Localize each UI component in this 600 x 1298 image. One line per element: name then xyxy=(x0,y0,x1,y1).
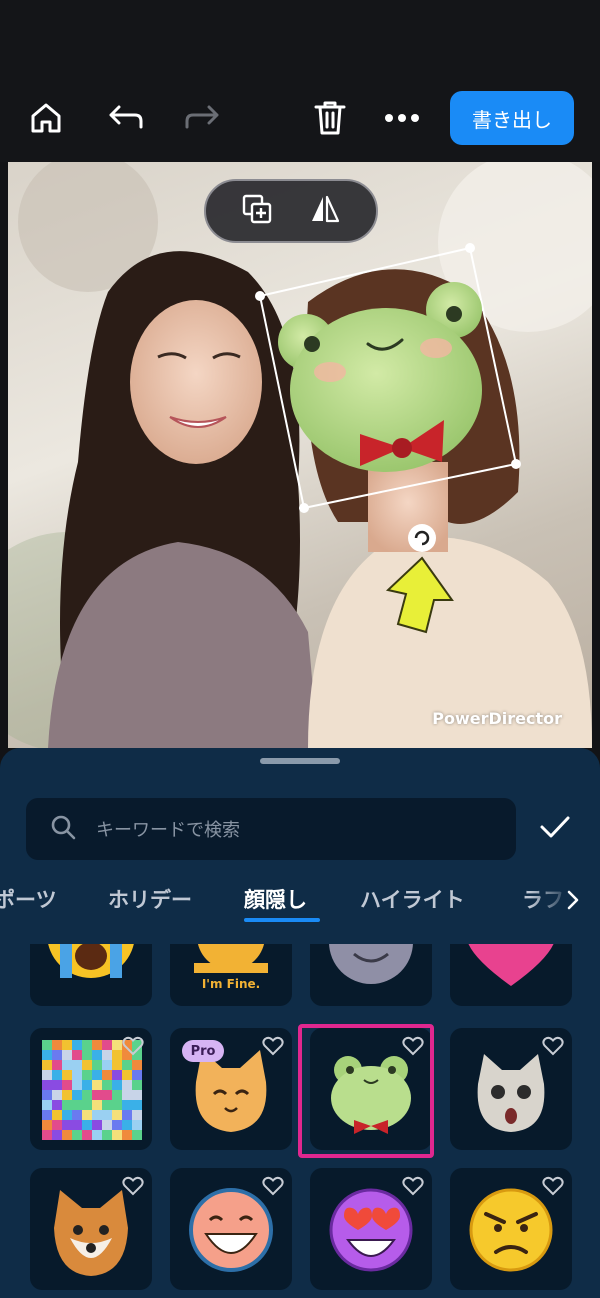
pro-badge: Pro xyxy=(182,1040,224,1062)
drag-handle[interactable] xyxy=(260,758,340,764)
sticker-im-fine[interactable]: I'm Fine. xyxy=(170,944,292,1006)
tabs-fade xyxy=(530,878,600,926)
search-placeholder: キーワードで検索 xyxy=(96,820,240,841)
sticker-grin-face[interactable] xyxy=(170,1168,292,1290)
duplicate-icon[interactable] xyxy=(242,194,272,228)
photo-scene xyxy=(8,162,592,748)
search-input[interactable]: キーワードで検索 xyxy=(26,798,516,860)
search-icon xyxy=(50,814,76,844)
photo-canvas[interactable]: PowerDirector xyxy=(8,162,592,748)
trash-icon[interactable] xyxy=(308,96,352,140)
heart-icon[interactable] xyxy=(542,1036,564,1056)
more-icon[interactable] xyxy=(380,96,424,140)
selected-sticker-highlight xyxy=(298,1024,434,1158)
sticker-pixel-heart[interactable] xyxy=(450,944,572,1006)
tab-sports[interactable]: ポーツ xyxy=(0,884,57,914)
mini-toolbar xyxy=(204,179,378,243)
tab-highlight[interactable]: ハイライト xyxy=(360,884,465,914)
heart-icon[interactable] xyxy=(542,1176,564,1196)
sticker-angry-face[interactable] xyxy=(450,1168,572,1290)
tab-holiday[interactable]: ホリデー xyxy=(108,884,192,914)
redo-icon[interactable] xyxy=(180,96,224,140)
active-tab-indicator xyxy=(244,918,320,922)
heart-icon[interactable] xyxy=(402,1176,424,1196)
undo-icon[interactable] xyxy=(104,96,148,140)
heart-icon[interactable] xyxy=(122,1176,144,1196)
flip-icon[interactable] xyxy=(310,195,340,227)
sticker-cat-face[interactable]: Pro xyxy=(170,1028,292,1150)
top-toolbar: 書き出し xyxy=(0,0,600,162)
sticker-shiba-dog[interactable] xyxy=(30,1168,152,1290)
heart-icon[interactable] xyxy=(262,1176,284,1196)
sticker-surprised-cat[interactable] xyxy=(450,1028,572,1150)
heart-icon[interactable] xyxy=(122,1036,144,1056)
heart-icon[interactable] xyxy=(262,1036,284,1056)
sticker-moon-face[interactable] xyxy=(310,944,432,1006)
check-icon[interactable] xyxy=(538,810,572,844)
category-tabs: ポーツ ホリデー 顔隠し ハイライト ラフ xyxy=(0,878,600,926)
im-fine-text: I'm Fine. xyxy=(202,977,260,991)
chevron-right-icon[interactable] xyxy=(566,888,580,912)
sticker-panel: キーワードで検索 ポーツ ホリデー 顔隠し ハイライト ラフ I'm Fine. xyxy=(0,748,600,1298)
sticker-crying-face[interactable] xyxy=(30,944,152,1006)
watermark: PowerDirector xyxy=(432,709,562,728)
export-button[interactable]: 書き出し xyxy=(450,91,574,145)
tab-face-hide[interactable]: 顔隠し xyxy=(244,884,307,914)
sticker-heart-eyes-face[interactable] xyxy=(310,1168,432,1290)
sticker-mosaic[interactable] xyxy=(30,1028,152,1150)
home-icon[interactable] xyxy=(24,96,68,140)
